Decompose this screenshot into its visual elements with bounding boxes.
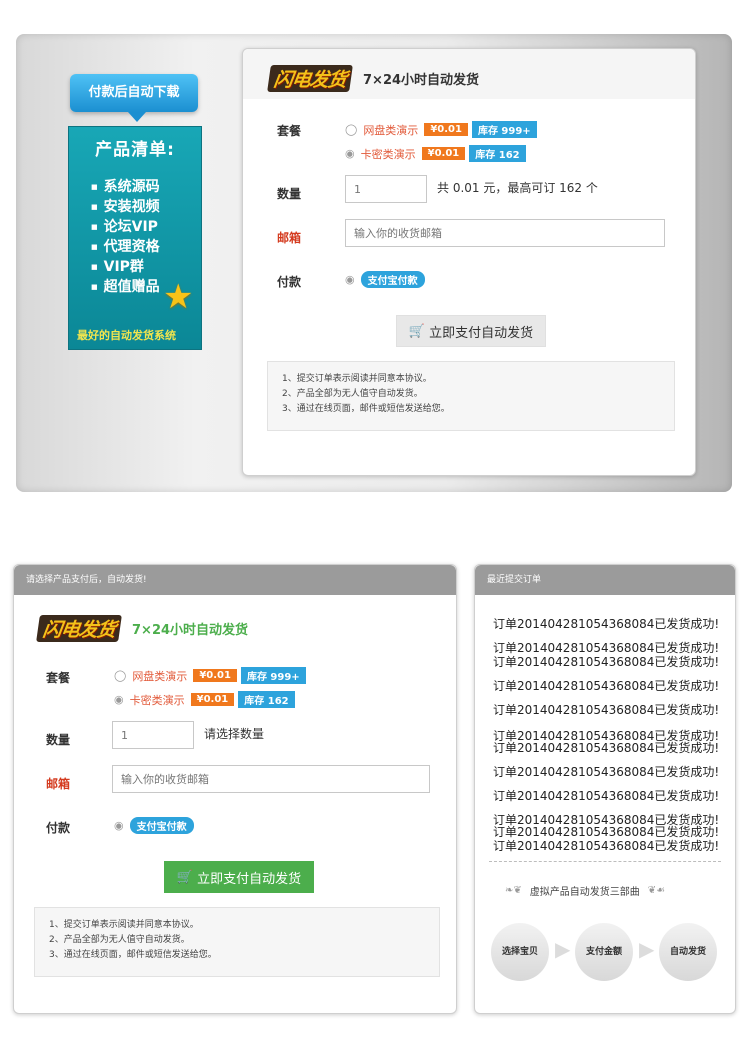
note-line: 1、提交订单表示阅读并同意本协议。 (49, 920, 199, 930)
product-list-box: 产品清单: 系统源码 安装视频 论坛VIP 代理资格 VIP群 超值赠品 ★ 最… (68, 126, 202, 350)
order-line: 订单201404281054368084已发货成功! (493, 655, 720, 669)
order-line: 订单201404281054368084已发货成功! (493, 839, 720, 853)
product-item: 安装视频 (91, 197, 160, 217)
product-item: 代理资格 (91, 237, 160, 257)
product-item: 系统源码 (91, 177, 160, 197)
form-logo: 闪电发货 7×24小时自动发货 (36, 615, 249, 642)
stock-badge: 库存 999+ (471, 121, 537, 138)
product-list: 系统源码 安装视频 论坛VIP 代理资格 VIP群 超值赠品 (91, 177, 160, 297)
step-select-item: 选择宝贝 (491, 923, 549, 981)
stock-badge: 库存 999+ (240, 667, 306, 684)
alipay-badge: 支付宝付款 (129, 817, 194, 834)
recent-orders-panel: 最近提交订单 订单201404281054368084已发货成功! 订单2014… (474, 564, 736, 1014)
package-option[interactable]: ◉ 卡密类演示 ¥0.01 库存 162 (345, 145, 526, 162)
radio-icon[interactable]: ◉ (114, 693, 124, 706)
product-list-title: 产品清单: (95, 140, 175, 160)
email-input[interactable] (112, 765, 430, 793)
cart-icon: 🛒 (176, 869, 194, 885)
radio-icon[interactable]: ◯ (114, 669, 126, 682)
submit-pay-button[interactable]: 🛒 立即支付自动发货 (396, 315, 546, 347)
note-line: 3、通过在线页面，邮件或短信发送给您。 (282, 404, 450, 414)
steps-title: 虚拟产品自动发货三部曲 (529, 887, 640, 898)
package-option[interactable]: ◯ 网盘类演示 ¥0.01 库存 999+ (114, 667, 306, 684)
order-line: 订单201404281054368084已发货成功! (493, 617, 720, 631)
package-option[interactable]: ◉ 卡密类演示 ¥0.01 库存 162 (114, 691, 295, 708)
terms-notes: 1、提交订单表示阅读并同意本协议。 2、产品全部为无人值守自动发货。 3、通过在… (34, 907, 440, 977)
star-icon: ★ (163, 277, 194, 317)
stock-badge: 库存 162 (238, 691, 295, 708)
price-badge: ¥0.01 (421, 147, 466, 160)
radio-icon[interactable]: ◉ (345, 273, 355, 286)
order-line: 订单201404281054368084已发货成功! (493, 789, 720, 803)
stock-badge: 库存 162 (469, 145, 526, 162)
package-label: 套餐 (46, 671, 71, 685)
step-auto-deliver: 自动发货 (659, 923, 717, 981)
payment-option[interactable]: ◉ 支付宝付款 (345, 271, 425, 288)
product-slogan: 最好的自动发货系统 (77, 329, 176, 342)
form-logo: 闪电发货 7×24小时自动发货 (267, 65, 480, 92)
radio-icon[interactable]: ◉ (345, 147, 355, 160)
orders-ticker: 订单201404281054368084已发货成功! 订单20140428105… (493, 615, 723, 855)
note-line: 2、产品全部为无人值守自动发货。 (282, 389, 423, 399)
note-line: 2、产品全部为无人值守自动发货。 (49, 935, 190, 945)
ornament-icon: ❧❦ (505, 885, 522, 896)
email-label: 邮箱 (277, 231, 302, 245)
quantity-input[interactable] (345, 175, 427, 203)
flash-delivery-logo: 闪电发货 (36, 615, 122, 642)
option-label: 网盘类演示 (363, 123, 419, 137)
flash-delivery-logo: 闪电发货 (267, 65, 353, 92)
order-line: 订单201404281054368084已发货成功! (493, 765, 720, 779)
divider (489, 861, 721, 862)
price-badge: ¥0.01 (190, 693, 235, 706)
email-input[interactable] (345, 219, 665, 247)
note-line: 3、通过在线页面，邮件或短信发送给您。 (49, 950, 217, 960)
package-option[interactable]: ◯ 网盘类演示 ¥0.01 库存 999+ (345, 121, 537, 138)
arrow-right-icon: ▶ (639, 937, 655, 961)
arrow-right-icon: ▶ (555, 937, 571, 961)
price-badge: ¥0.01 (424, 123, 468, 136)
price-badge: ¥0.01 (193, 669, 237, 682)
submit-label: 立即支付自动发货 (429, 325, 534, 341)
payment-label: 付款 (46, 821, 71, 835)
product-item: 超值赠品 (91, 277, 160, 297)
panel-header: 最近提交订单 (475, 565, 735, 595)
order-form-panel-top: 闪电发货 7×24小时自动发货 套餐 ◯ 网盘类演示 ¥0.01 库存 999+… (242, 48, 696, 476)
ornament-icon: ❦☙ (647, 885, 666, 896)
bubble-tail (128, 112, 146, 122)
order-line: 订单201404281054368084已发货成功! (493, 741, 720, 755)
product-item: VIP群 (91, 257, 160, 277)
quantity-info: 请选择数量 (204, 727, 265, 741)
note-line: 1、提交订单表示阅读并同意本协议。 (282, 374, 432, 384)
option-label: 网盘类演示 (132, 669, 188, 683)
quantity-input[interactable] (112, 721, 194, 749)
order-line: 订单201404281054368084已发货成功! (493, 679, 720, 693)
tagline: 7×24小时自动发货 (132, 623, 249, 638)
radio-icon[interactable]: ◉ (114, 819, 124, 832)
radio-icon[interactable]: ◯ (345, 123, 357, 136)
order-form-panel-bottom: 请选择产品支付后，自动发货! 闪电发货 7×24小时自动发货 套餐 ◯ 网盘类演… (13, 564, 457, 1014)
terms-notes: 1、提交订单表示阅读并同意本协议。 2、产品全部为无人值守自动发货。 3、通过在… (267, 361, 675, 431)
quantity-label: 数量 (277, 187, 302, 201)
package-label: 套餐 (277, 124, 302, 138)
order-line: 订单201404281054368084已发货成功! (493, 703, 720, 717)
payment-label: 付款 (277, 275, 302, 289)
step-pay-amount: 支付金额 (575, 923, 633, 981)
steps-title-row: ❧❦ 虚拟产品自动发货三部曲 ❦☙ (505, 883, 665, 898)
option-label: 卡密类演示 (360, 147, 416, 161)
payment-option[interactable]: ◉ 支付宝付款 (114, 817, 194, 834)
alipay-badge: 支付宝付款 (360, 271, 425, 288)
submit-pay-button[interactable]: 🛒 立即支付自动发货 (164, 861, 314, 893)
product-item: 论坛VIP (91, 217, 160, 237)
auto-download-bubble: 付款后自动下载 (70, 74, 198, 112)
option-label: 卡密类演示 (129, 693, 185, 707)
quantity-info: 共 0.01 元，最高可订 162 个 (437, 181, 598, 195)
tagline: 7×24小时自动发货 (363, 73, 480, 88)
quantity-label: 数量 (46, 733, 71, 747)
panel-header: 请选择产品支付后，自动发货! (14, 565, 456, 595)
email-label: 邮箱 (46, 777, 71, 791)
submit-label: 立即支付自动发货 (197, 871, 302, 887)
cart-icon: 🛒 (408, 323, 426, 339)
